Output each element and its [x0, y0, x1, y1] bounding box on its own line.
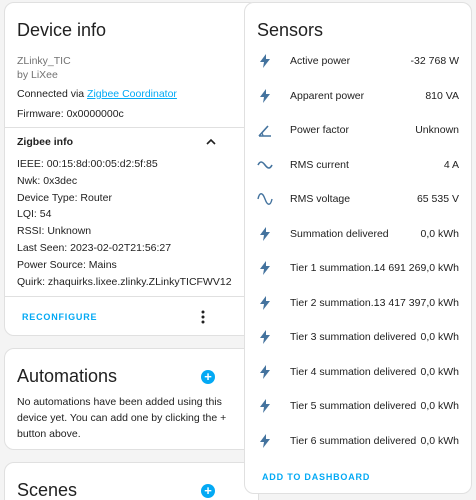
- sensor-value: 0,0 kWh: [420, 434, 459, 447]
- sensor-value: 14 691 269,0 kWh: [373, 262, 459, 274]
- sensor-row[interactable]: Tier 1 summation... 14 691 269,0 kWh: [245, 251, 471, 285]
- reconfigure-button[interactable]: RECONFIGURE: [22, 312, 97, 322]
- sensor-value: 13 417 397,0 kWh: [373, 296, 459, 309]
- chevron-up-icon[interactable]: [205, 136, 217, 148]
- sensor-row[interactable]: Apparent power 810 VA: [245, 79, 471, 113]
- add-scene-button[interactable]: +: [201, 484, 215, 498]
- sensor-row[interactable]: Tier 5 summation delivered 0,0 kWh: [245, 389, 471, 423]
- sensor-row[interactable]: Tier 6 summation delivered 0,0 kWh: [245, 424, 471, 458]
- sensor-value: Unknown: [415, 124, 459, 136]
- plus-icon: +: [204, 483, 212, 498]
- sensor-name: Apparent power: [290, 89, 365, 102]
- sensor-name: Power factor: [290, 124, 349, 136]
- connected-via: Connected via Zigbee Coordinator: [17, 88, 177, 100]
- flash-icon: [257, 329, 273, 345]
- current-ac-icon: [257, 157, 273, 173]
- sensor-value: 0,0 kWh: [420, 331, 459, 343]
- automations-text-line: No automations have been added using thi…: [17, 396, 222, 408]
- zigbee-info-line: Power Source: Mains: [17, 258, 117, 271]
- automations-text-line: device yet. You can add one by clicking …: [17, 412, 227, 424]
- sensor-name: RMS current: [290, 158, 349, 171]
- add-automation-button[interactable]: +: [201, 370, 215, 384]
- zigbee-info-line: RSSI: Unknown: [17, 225, 92, 238]
- sensor-row[interactable]: Summation delivered 0,0 kWh: [245, 217, 471, 251]
- sensor-value: -32 768 W: [410, 55, 459, 67]
- add-to-dashboard-button[interactable]: ADD TO DASHBOARD: [262, 472, 370, 482]
- device-manufacturer: by LiXee: [17, 69, 58, 81]
- sensor-name: Tier 2 summation...: [290, 296, 380, 309]
- flash-icon: [257, 295, 273, 311]
- sensor-name: Tier 3 summation delivered: [290, 331, 417, 343]
- zigbee-info-line: IEEE: 00:15:8d:00:05:d2:5f:85: [17, 158, 158, 170]
- sensor-value: 4 A: [443, 158, 459, 171]
- zigbee-info-title: Zigbee info: [17, 136, 73, 148]
- sensor-name: Active power: [290, 55, 351, 67]
- flash-icon: [257, 226, 273, 242]
- sensor-value: 0,0 kWh: [420, 400, 459, 412]
- sensor-row[interactable]: Tier 2 summation... 13 417 397,0 kWh: [245, 286, 471, 320]
- angle-icon: [257, 122, 273, 138]
- sensor-row[interactable]: RMS voltage 65 535 V: [245, 182, 471, 216]
- scenes-title: Scenes: [17, 480, 78, 500]
- sensor-row[interactable]: Power factor Unknown: [245, 113, 471, 147]
- divider: [5, 296, 258, 297]
- sensor-name: Tier 6 summation delivered: [290, 434, 417, 447]
- flash-icon: [257, 398, 273, 414]
- sensor-value: 65 535 V: [416, 193, 459, 205]
- divider: [5, 127, 258, 128]
- sensor-row[interactable]: RMS current 4 A: [245, 148, 471, 182]
- sensor-row[interactable]: Tier 4 summation delivered 0,0 kWh: [245, 355, 471, 389]
- automations-title: Automations: [17, 366, 118, 386]
- sensor-name: Tier 5 summation delivered: [290, 400, 417, 412]
- sensor-row[interactable]: Active power -32 768 W: [245, 44, 471, 78]
- device-model: ZLinky_TIC: [17, 55, 71, 67]
- device-info-title: Device info: [17, 20, 107, 40]
- firmware-version: Firmware: 0x0000000c: [17, 108, 124, 120]
- more-vert-icon[interactable]: [200, 309, 206, 325]
- sensors-title: Sensors: [257, 20, 324, 40]
- plus-icon: +: [204, 369, 212, 384]
- zigbee-info-line: Device Type: Router: [17, 191, 112, 204]
- sensor-name: Tier 1 summation...: [290, 262, 380, 274]
- zigbee-info-line: Last Seen: 2023-02-02T21:56:27: [17, 242, 172, 254]
- sensor-name: Tier 4 summation delivered: [290, 365, 417, 378]
- sensor-value: 0,0 kWh: [420, 365, 459, 378]
- flash-icon: [257, 88, 273, 104]
- automations-card: Automations + No automations have been a…: [4, 348, 259, 450]
- sensor-value: 810 VA: [425, 89, 459, 102]
- connected-via-label: Connected via: [17, 88, 88, 100]
- sensor-value: 0,0 kWh: [420, 227, 459, 240]
- flash-icon: [257, 260, 273, 276]
- flash-icon: [257, 433, 273, 449]
- zigbee-info-line: Quirk: zhaquirks.lixee.zlinky.ZLinkyTICF…: [17, 275, 232, 288]
- zigbee-info-line: LQI: 54: [17, 208, 52, 221]
- flash-icon: [257, 53, 273, 69]
- device-info-card: Device info ZLinky_TIC by LiXee Connecte…: [4, 2, 259, 336]
- flash-icon: [257, 364, 273, 380]
- zigbee-info-line: Nwk: 0x3dec: [17, 174, 78, 187]
- scenes-card: Scenes +: [4, 462, 259, 500]
- automations-text-line: button above.: [17, 428, 81, 440]
- sensor-name: Summation delivered: [290, 227, 389, 240]
- sine-wave-icon: [257, 191, 273, 207]
- zigbee-coordinator-link[interactable]: Zigbee Coordinator: [87, 88, 177, 100]
- sensors-card: Sensors Active power -32 768 W Apparent po…: [244, 2, 472, 494]
- sensor-row[interactable]: Tier 3 summation delivered 0,0 kWh: [245, 320, 471, 354]
- sensor-name: RMS voltage: [290, 193, 351, 205]
